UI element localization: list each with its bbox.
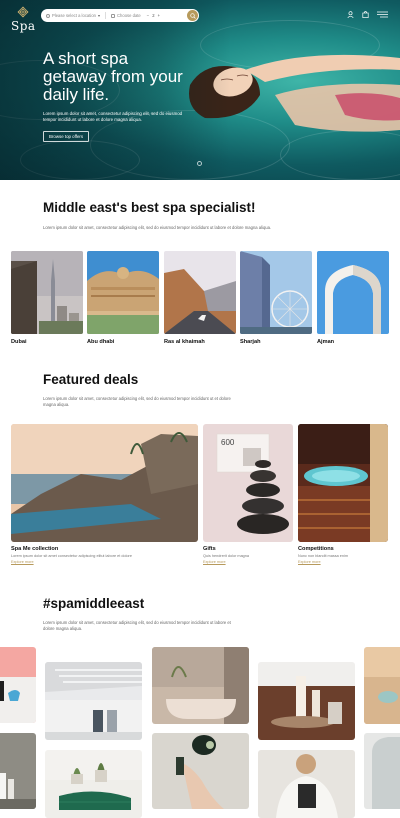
search-bar: Please select a location ▾ Choose date −… (41, 9, 199, 22)
hero-title: A short spa getaway from your daily life… (43, 49, 183, 104)
social-tile[interactable] (45, 750, 142, 818)
location-icon (46, 13, 50, 18)
deal-description: Lorem ipsum dolor sit amet consectetur a… (11, 554, 132, 558)
search-button[interactable] (187, 10, 198, 21)
destination-card-dubai[interactable]: Dubai (11, 251, 83, 345)
social-tile[interactable] (45, 662, 142, 740)
explore-more-link[interactable]: Explore more (11, 560, 198, 564)
guests-stepper: − 2 + (147, 13, 160, 18)
deal-description: Nunc non blandit massa enim (298, 554, 349, 558)
destination-name: Sharjah (240, 339, 261, 345)
sharjah-image (240, 251, 312, 334)
deal-title: Gifts (203, 546, 216, 552)
destination-card-ajman[interactable]: Ajman (317, 251, 389, 345)
logo-mark-icon (17, 6, 29, 18)
destination-name: Abu dhabi (87, 339, 115, 345)
ajman-image (317, 251, 389, 334)
deal-card-gifts[interactable]: 600 Gifts Quis hendrerit dolor magna Exp… (203, 424, 293, 564)
specialist-description: Lorem ipsum dolor sit amet, consectetur … (43, 225, 272, 230)
explore-more-link[interactable]: Explore more (203, 560, 293, 564)
date-placeholder: Choose date (117, 13, 141, 18)
explore-more-link[interactable]: Explore more (298, 560, 388, 564)
deal-title: Spa Me collection (11, 546, 59, 552)
guests-count: 2 (152, 13, 155, 18)
deal-title: Competitions (298, 546, 334, 552)
social-tile[interactable] (258, 750, 355, 818)
menu-icon[interactable] (377, 11, 388, 18)
specialist-title: Middle east's best spa specialist! (43, 200, 256, 215)
competitions-image (298, 424, 388, 542)
social-tile[interactable] (152, 733, 249, 809)
social-tile[interactable] (152, 647, 249, 724)
search-icon (189, 12, 196, 19)
destination-card-abu-dhabi[interactable]: Abu dhabi (87, 251, 159, 345)
date-picker[interactable]: Choose date (111, 13, 141, 18)
hero-banner: Spa Please select a location ▾ Choose da… (0, 0, 400, 180)
abu-dhabi-image (87, 251, 159, 334)
destination-name: Ras al khaimah (164, 339, 205, 345)
featured-title: Featured deals (43, 372, 139, 387)
voucher-amount: 600 (221, 438, 235, 447)
location-placeholder: Please select a location (52, 13, 96, 18)
social-tile[interactable] (0, 733, 36, 809)
social-tile[interactable] (258, 662, 355, 740)
featured-description: Lorem ipsum dolor sit amet, consectetur … (43, 396, 231, 407)
carousel-indicator[interactable] (197, 161, 202, 166)
social-tile[interactable] (364, 733, 400, 809)
location-select[interactable]: Please select a location ▾ (46, 13, 100, 18)
guests-minus-button[interactable]: − (147, 13, 149, 18)
dubai-image (11, 251, 83, 334)
destination-name: Dubai (11, 339, 27, 345)
deal-card-competitions[interactable]: Competitions Nunc non blandit massa enim… (298, 424, 388, 564)
hero-subtitle: Lorem ipsum dolor sit amet, consectetur … (43, 111, 183, 122)
gifts-image: 600 (203, 424, 293, 542)
brand-name: Spa (11, 19, 36, 33)
destination-name: Ajman (317, 339, 335, 345)
social-title: #spamiddleeast (43, 596, 145, 611)
spa-me-image (11, 424, 198, 542)
guests-plus-button[interactable]: + (158, 13, 160, 18)
social-tile[interactable] (364, 647, 400, 724)
bag-icon[interactable] (362, 11, 369, 18)
browse-offers-button[interactable]: Browse top offers (43, 131, 90, 142)
social-tile[interactable] (0, 647, 36, 723)
brand-logo[interactable]: Spa (11, 6, 35, 33)
social-description: Lorem ipsum dolor sit amet, consectetur … (43, 620, 231, 631)
destination-card-sharjah[interactable]: Sharjah (240, 251, 312, 345)
deal-description: Quis hendrerit dolor magna (203, 554, 250, 558)
chevron-down-icon: ▾ (98, 13, 101, 18)
deal-card-spa-me[interactable]: Spa Me collection Lorem ipsum dolor sit … (11, 424, 198, 564)
calendar-icon (111, 13, 116, 18)
destination-card-ras-al-khaimah[interactable]: Ras al khaimah (164, 251, 236, 345)
ras-al-khaimah-image (164, 251, 236, 334)
user-icon[interactable] (347, 11, 354, 18)
